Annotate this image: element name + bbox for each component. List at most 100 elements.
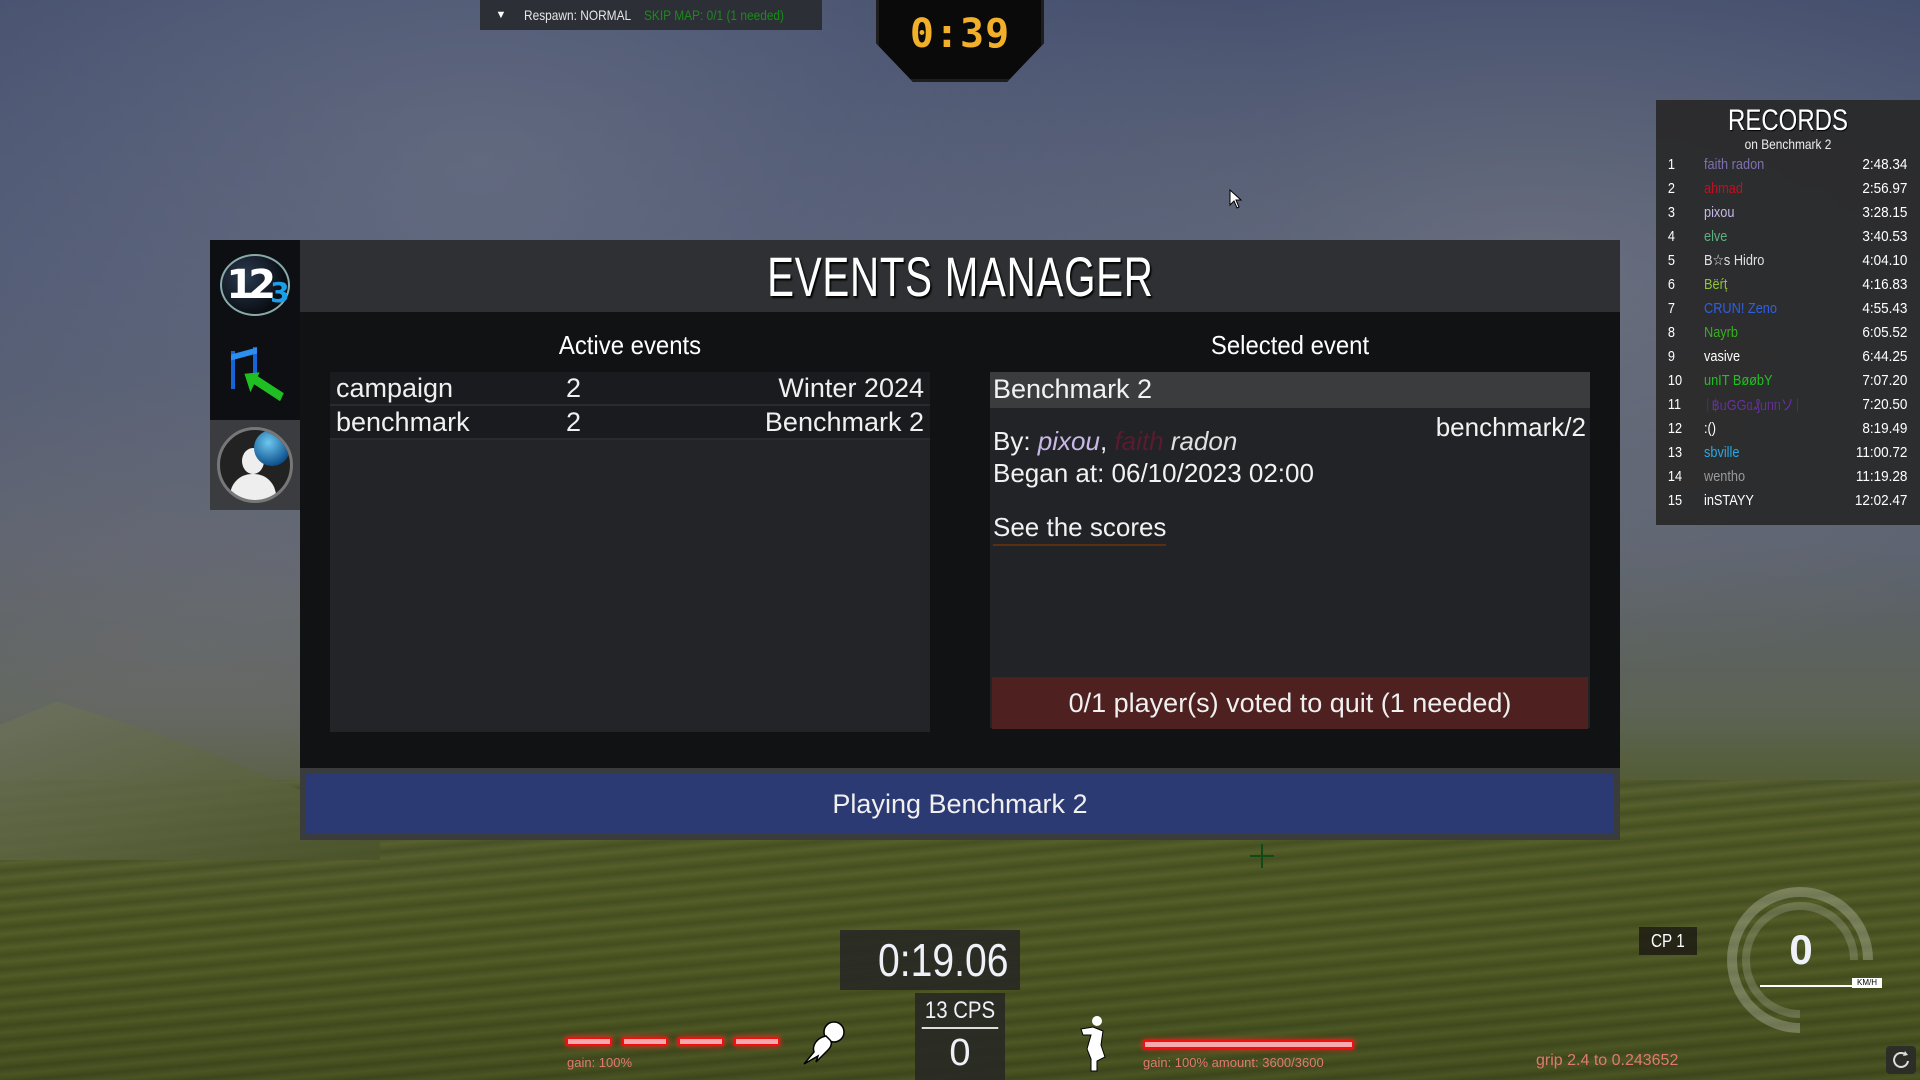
record-player: Nayrb — [1704, 323, 1739, 341]
gain-segment — [566, 1037, 612, 1046]
sidebar-item-profile[interactable] — [210, 420, 300, 510]
grip-readout: grip 2.4 to 0.243652 — [1536, 1052, 1679, 1069]
page-title: EVENTS MANAGER — [766, 244, 1154, 308]
record-row: 10 unIT BøøbY 7:07.20 — [1656, 368, 1920, 392]
record-player: elve — [1704, 227, 1728, 245]
record-time: 2:48.34 — [1862, 155, 1908, 173]
event-row-campaign[interactable]: campaign 2 Winter 2024 — [330, 372, 930, 406]
author-pixou: pixou — [1037, 426, 1100, 456]
record-player: CRUN! Zeno — [1704, 299, 1777, 317]
record-player: inSTAYY — [1704, 491, 1754, 509]
sidebar-item-rankings[interactable]: 12 3 — [210, 240, 300, 330]
sprint-runner-icon — [803, 1021, 845, 1065]
record-row: 8 Nayrb 6:05.52 — [1656, 320, 1920, 344]
vote-quit-button[interactable]: 0/1 player(s) voted to quit (1 needed) — [992, 677, 1588, 729]
record-player: :() — [1704, 419, 1717, 437]
speed-value: 0 — [1789, 926, 1813, 973]
record-row: 14 wentho 11:19.28 — [1656, 464, 1920, 488]
authors-label: By: — [993, 426, 1038, 456]
record-time: 11:19.28 — [1855, 467, 1908, 485]
selected-event-start: Began at: 06/10/2023 02:00 — [993, 458, 1314, 488]
selected-event-panel: Benchmark 2 benchmark/2 By: pixou, faith… — [990, 372, 1590, 728]
record-time: 3:28.15 — [1862, 203, 1908, 221]
record-player: vasive — [1704, 347, 1741, 365]
events-manager-footer: Playing Benchmark 2 — [300, 768, 1620, 840]
record-rank: 6 — [1667, 275, 1675, 293]
gain-segment — [678, 1037, 724, 1046]
record-rank: 12 — [1667, 419, 1683, 437]
record-row: 3 pixou 3:28.15 — [1656, 200, 1920, 224]
selected-event-name: Benchmark 2 — [990, 372, 1590, 408]
reset-button[interactable] — [1886, 1046, 1916, 1074]
record-row: 9 vasive 6:44.25 — [1656, 344, 1920, 368]
checkpoint-label: CP 1 — [1651, 930, 1685, 951]
checkpoint-badge: CP 1 — [1639, 927, 1697, 955]
record-player: sbville — [1704, 443, 1740, 461]
gain-segment — [734, 1037, 780, 1046]
record-rank: 8 — [1667, 323, 1675, 341]
record-time: 11:00.72 — [1855, 443, 1908, 461]
record-time: 7:20.50 — [1862, 395, 1908, 413]
event-label: Benchmark 2 — [764, 406, 924, 437]
record-row: 13 sbville 11:00.72 — [1656, 440, 1920, 464]
record-rank: 7 — [1667, 299, 1675, 317]
respawn-mode: Respawn: NORMAL — [524, 7, 632, 23]
gain-segment — [622, 1037, 668, 1046]
record-rank: 15 — [1667, 491, 1683, 509]
jump-figure-icon — [1080, 1016, 1106, 1072]
event-row-benchmark[interactable]: benchmark 2 Benchmark 2 — [330, 406, 930, 440]
record-player: wentho — [1704, 467, 1746, 485]
speed-unit: KM/H — [1852, 978, 1882, 988]
profile-globe-icon — [217, 427, 293, 503]
events-manager-header: EVENTS MANAGER — [300, 240, 1620, 312]
records-subtitle: on Benchmark 2 — [1744, 136, 1832, 152]
record-row: 6 Bëŕț 4:16.83 — [1656, 272, 1920, 296]
flag-arrow-icon — [223, 347, 287, 403]
record-time: 4:55.43 — [1862, 299, 1908, 317]
stamina-bar — [1143, 1040, 1354, 1049]
record-player: unIT BøøbY — [1704, 371, 1773, 389]
record-row: 15 inSTAYY 12:02.47 — [1656, 488, 1920, 512]
record-time: 6:44.25 — [1862, 347, 1908, 365]
race-timer: 0:19.06 — [840, 930, 1020, 990]
selected-event-heading: Selected event — [1210, 330, 1370, 360]
record-player: B☆s Hidro — [1704, 252, 1765, 269]
record-rank: 13 — [1667, 443, 1683, 461]
countdown-timer: 0:39 — [876, 0, 1044, 82]
record-time: 4:04.10 — [1862, 251, 1908, 269]
sidebar-item-maps[interactable] — [210, 330, 300, 420]
record-rank: 14 — [1667, 467, 1683, 485]
event-count: 2 — [566, 372, 582, 403]
speed-underline — [1760, 985, 1852, 987]
see-scores-link[interactable]: See the scores — [993, 512, 1167, 546]
record-time: 4:16.83 — [1862, 275, 1908, 293]
record-time: 6:05.52 — [1862, 323, 1908, 341]
record-row: 2 ahmad 2:56.97 — [1656, 176, 1920, 200]
record-time: 12:02.47 — [1854, 491, 1908, 509]
stamina-label: gain: 100% amount: 3600/3600 — [1143, 1055, 1324, 1070]
record-row: 7 CRUN! Zeno 4:55.43 — [1656, 296, 1920, 320]
event-name: campaign — [336, 372, 454, 403]
playing-map-button[interactable]: Playing Benchmark 2 — [306, 774, 1614, 834]
ranking-123-icon: 12 3 — [220, 254, 290, 316]
mouse-cursor-icon — [1229, 189, 1243, 209]
crosshair-icon — [1250, 844, 1274, 868]
record-rank: 10 — [1667, 371, 1683, 389]
server-status-bar: ▼ Respawn: NORMAL SKIP MAP: 0/1 (1 neede… — [480, 0, 822, 30]
record-rank: 4 — [1667, 227, 1675, 245]
selected-event-path: benchmark/2 — [1435, 412, 1586, 442]
records-title: RECORDS — [1727, 104, 1848, 137]
record-rank: 9 — [1667, 347, 1675, 365]
events-manager-window: EVENTS MANAGER Active events Selected ev… — [300, 240, 1620, 868]
record-row: 4 elve 3:40.53 — [1656, 224, 1920, 248]
selected-event-authors: By: pixou, faith radon — [993, 426, 1237, 457]
record-row: 5 B☆s Hidro 4:04.10 — [1656, 248, 1920, 272]
active-events-list: campaign 2 Winter 2024 benchmark 2 Bench… — [330, 372, 930, 732]
refresh-icon — [1893, 1051, 1909, 1068]
record-row: 12:() 8:19.49 — [1656, 416, 1920, 440]
record-row: 1 faith radon 2:48.34 — [1656, 152, 1920, 176]
record-rank: 2 — [1667, 179, 1675, 197]
dropdown-caret-icon[interactable]: ▼ — [486, 9, 516, 21]
skip-map-status: SKIP MAP: 0/1 (1 needed) — [644, 7, 785, 23]
record-player: pixou — [1704, 203, 1735, 221]
